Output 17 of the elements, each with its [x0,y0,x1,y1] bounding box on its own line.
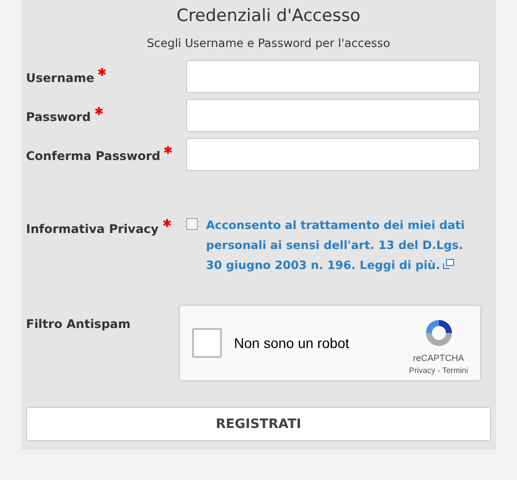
field-label: Password [26,110,91,124]
captcha-links[interactable]: Privacy - Termini [409,366,468,375]
register-button[interactable]: REGISTRATI [26,407,491,441]
field-label: Username [26,71,94,85]
input-field[interactable] [186,138,480,171]
form-title: Credenziali d'Accesso [176,6,362,26]
captcha-brand: reCAPTCHA [413,353,464,363]
field-label: Filtro Antispam [26,317,131,331]
input-field[interactable] [186,99,480,132]
external-link-icon [443,259,454,269]
input-field[interactable] [186,60,480,93]
captcha-checkbox[interactable] [192,328,222,358]
field-label: Informativa Privacy [26,222,159,236]
checkbox[interactable] [186,218,198,230]
field-label: Conferma Password [26,149,160,163]
captcha-label: Non sono un robot [234,335,350,351]
form-subtitle: Scegli Username e Password per l'accesso [146,36,392,50]
